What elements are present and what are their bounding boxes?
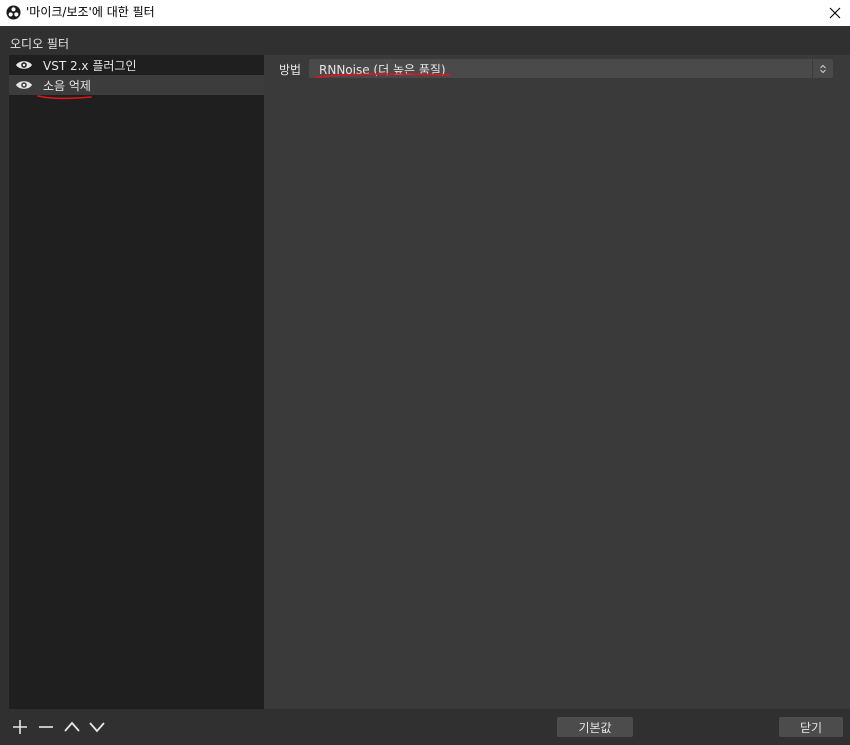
eye-icon[interactable] <box>15 59 33 71</box>
move-filter-down-button[interactable] <box>86 716 108 738</box>
add-filter-button[interactable] <box>9 716 31 738</box>
chevron-down-icon <box>89 722 105 733</box>
updown-arrows-icon[interactable] <box>812 59 833 78</box>
filter-item-noise-suppression[interactable]: 소음 억제 <box>9 75 264 95</box>
eye-icon[interactable] <box>15 79 33 91</box>
window-title: '마이크/보조'에 대한 필터 <box>26 5 155 19</box>
filter-item-label: VST 2.x 플러그인 <box>43 58 137 73</box>
defaults-button[interactable]: 기본값 <box>557 717 633 737</box>
audio-filter-list[interactable]: VST 2.x 플러그인 소음 억제 <box>9 55 264 709</box>
method-label: 방법 <box>279 63 302 77</box>
chevron-up-icon <box>64 721 80 732</box>
close-button[interactable]: 닫기 <box>779 717 843 737</box>
filter-item-label: 소음 억제 <box>43 78 91 93</box>
remove-filter-button[interactable] <box>35 716 57 738</box>
plus-icon <box>13 720 27 734</box>
close-icon <box>829 7 841 19</box>
method-select-value: RNNoise (더 높은 품질) <box>319 63 446 77</box>
filter-item-vst[interactable]: VST 2.x 플러그인 <box>9 55 264 75</box>
filter-properties-panel: 방법 RNNoise (더 높은 품질) <box>264 55 850 709</box>
obs-logo-icon <box>6 5 21 20</box>
minus-icon <box>39 726 53 728</box>
close-window-button[interactable] <box>820 0 850 26</box>
move-filter-up-button[interactable] <box>61 716 83 738</box>
title-bar: '마이크/보조'에 대한 필터 <box>0 0 850 26</box>
method-select[interactable]: RNNoise (더 높은 품질) <box>309 59 833 78</box>
audio-filters-label: 오디오 필터 <box>10 37 70 51</box>
